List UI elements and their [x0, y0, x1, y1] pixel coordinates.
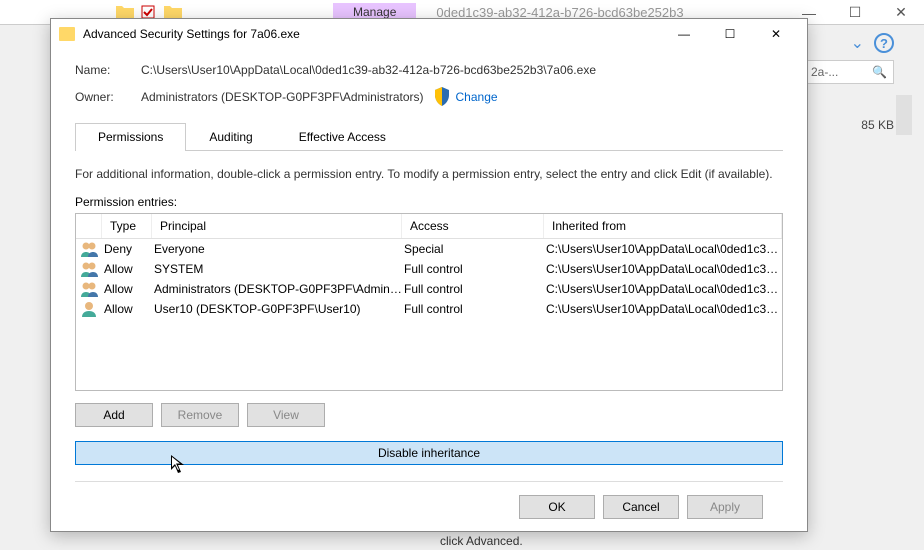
cell-access: Special [402, 242, 544, 256]
tab-effective-access[interactable]: Effective Access [276, 123, 409, 150]
shield-icon [434, 87, 450, 107]
chevron-down-icon[interactable]: ⌄ [851, 33, 864, 53]
disable-inheritance-button[interactable]: Disable inheritance [75, 441, 783, 465]
add-button[interactable]: Add [75, 403, 153, 427]
cell-inherited: C:\Users\User10\AppData\Local\0ded1c39-.… [544, 242, 782, 256]
tab-permissions[interactable]: Permissions [75, 123, 186, 151]
col-principal-header[interactable]: Principal [152, 214, 402, 238]
cell-type: Allow [102, 282, 152, 296]
ok-button[interactable]: OK [519, 495, 595, 519]
view-button: View [247, 403, 325, 427]
table-row[interactable]: DenyEveryoneSpecialC:\Users\User10\AppDa… [76, 239, 782, 259]
remove-button: Remove [161, 403, 239, 427]
search-input[interactable]: 2a-... 🔍 [804, 60, 894, 84]
apply-button: Apply [687, 495, 763, 519]
cell-access: Full control [402, 282, 544, 296]
cell-type: Allow [102, 302, 152, 316]
cancel-button[interactable]: Cancel [603, 495, 679, 519]
change-link[interactable]: Change [456, 90, 498, 104]
maximize-icon[interactable]: ☐ [832, 0, 878, 25]
table-row[interactable]: AllowSYSTEMFull controlC:\Users\User10\A… [76, 259, 782, 279]
help-icon[interactable]: ? [874, 33, 894, 53]
col-type-header[interactable]: Type [102, 214, 152, 238]
owner-label: Owner: [75, 90, 141, 104]
tab-bar: Permissions Auditing Effective Access [75, 123, 783, 151]
help-text: For additional information, double-click… [75, 167, 783, 181]
cell-type: Allow [102, 262, 152, 276]
col-inherited-header[interactable]: Inherited from [544, 214, 782, 238]
table-row[interactable]: AllowUser10 (DESKTOP-G0PF3PF\User10)Full… [76, 299, 782, 319]
permissions-table: Type Principal Access Inherited from Den… [75, 213, 783, 391]
cell-type: Deny [102, 242, 152, 256]
folder-icon [59, 27, 75, 41]
search-icon: 🔍 [872, 65, 887, 79]
owner-value: Administrators (DESKTOP-G0PF3PF\Administ… [141, 90, 424, 104]
maximize-button[interactable]: ☐ [707, 20, 753, 48]
cell-principal: SYSTEM [152, 262, 402, 276]
users-icon [76, 261, 102, 277]
close-icon[interactable]: ✕ [878, 0, 924, 25]
cell-inherited: C:\Users\User10\AppData\Local\0ded1c39-.… [544, 282, 782, 296]
close-button[interactable]: ✕ [753, 20, 799, 48]
scrollbar[interactable] [896, 95, 912, 135]
file-size-label: 85 KB [861, 118, 894, 132]
minimize-button[interactable]: — [661, 20, 707, 48]
advanced-security-dialog: Advanced Security Settings for 7a06.exe … [50, 18, 808, 532]
table-row[interactable]: AllowAdministrators (DESKTOP-G0PF3PF\Adm… [76, 279, 782, 299]
cell-principal: User10 (DESKTOP-G0PF3PF\User10) [152, 302, 402, 316]
cell-inherited: C:\Users\User10\AppData\Local\0ded1c39-.… [544, 262, 782, 276]
cell-principal: Everyone [152, 242, 402, 256]
dialog-title: Advanced Security Settings for 7a06.exe [83, 27, 661, 41]
name-label: Name: [75, 63, 141, 77]
dialog-titlebar: Advanced Security Settings for 7a06.exe … [51, 19, 807, 49]
cell-access: Full control [402, 302, 544, 316]
search-placeholder: 2a-... [811, 65, 838, 79]
name-value: C:\Users\User10\AppData\Local\0ded1c39-a… [141, 63, 596, 77]
entries-label: Permission entries: [75, 195, 783, 209]
cell-access: Full control [402, 262, 544, 276]
users-icon [76, 281, 102, 297]
col-access-header[interactable]: Access [402, 214, 544, 238]
users-icon [76, 241, 102, 257]
cell-inherited: C:\Users\User10\AppData\Local\0ded1c39-.… [544, 302, 782, 316]
cell-principal: Administrators (DESKTOP-G0PF3PF\Admini..… [152, 282, 402, 296]
background-text: click Advanced. [440, 534, 523, 548]
table-header: Type Principal Access Inherited from [76, 214, 782, 239]
users-icon [76, 301, 102, 317]
tab-auditing[interactable]: Auditing [186, 123, 275, 150]
